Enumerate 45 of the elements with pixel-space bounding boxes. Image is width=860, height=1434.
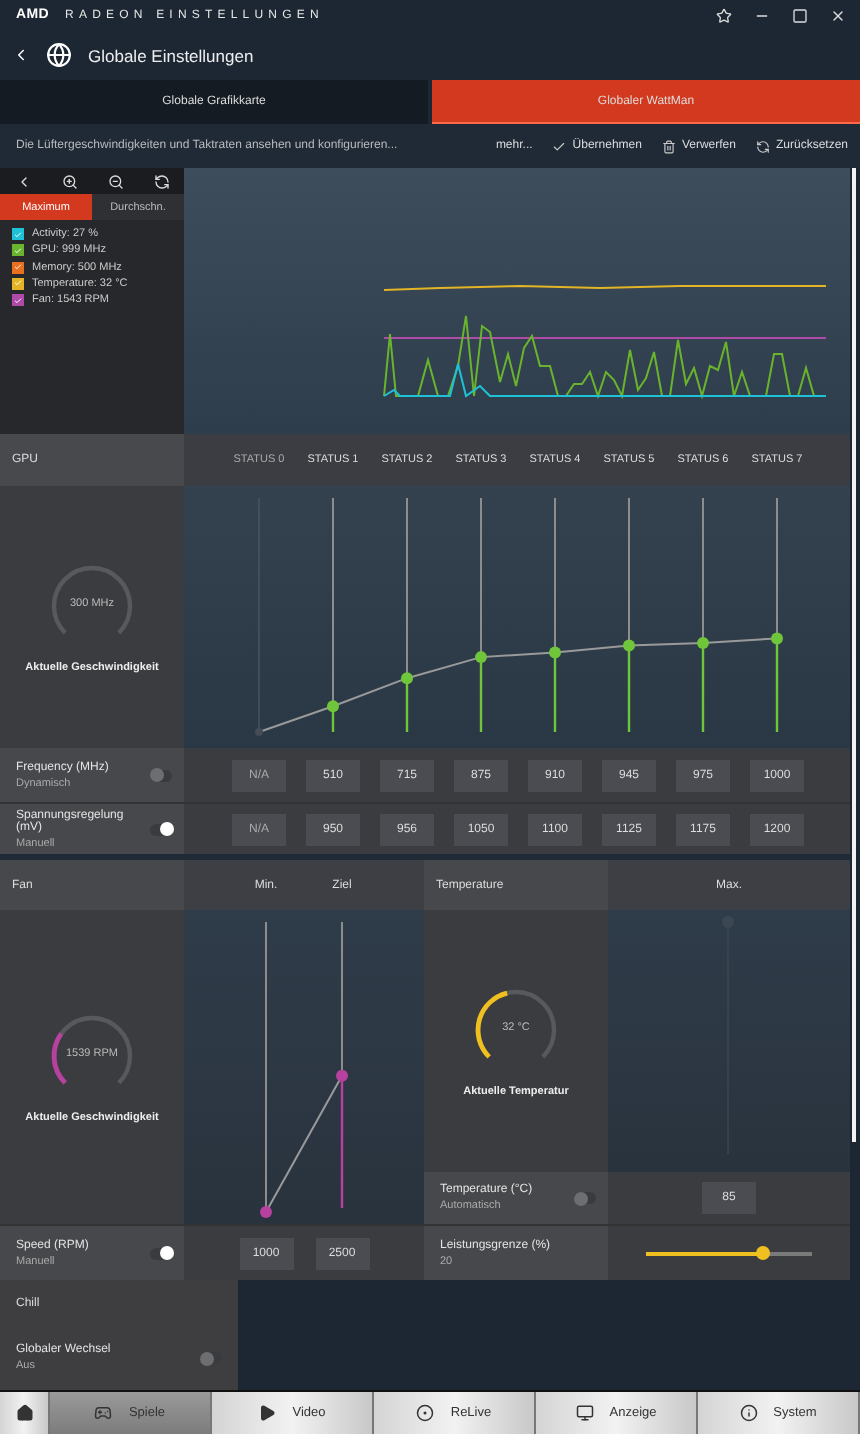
reset-icon [755,139,770,153]
home-button[interactable] [0,1392,50,1434]
slider-thumb[interactable] [401,672,413,685]
slider-thumb[interactable] [260,1206,272,1218]
trash-icon [661,139,676,153]
slider-thumb[interactable] [697,637,709,650]
record-icon [416,1404,435,1422]
maximize-icon [791,7,807,23]
star-icon [715,7,731,23]
monitor-icon [575,1404,594,1422]
scrollbar-thumb[interactable] [852,168,856,1142]
back-button[interactable] [12,46,30,64]
play-icon [258,1404,277,1422]
toggle-switch[interactable] [574,1192,596,1204]
curve-line [265,1074,343,1213]
close-icon [829,7,845,23]
legend-checkbox[interactable] [12,244,24,257]
zoom-in-icon [61,173,77,189]
slider-thumb[interactable] [327,700,339,713]
legend-checkbox[interactable] [12,228,24,240]
zoom-out-icon [107,173,123,189]
legend-checkbox[interactable] [12,277,24,290]
slider-thumb[interactable] [755,1246,770,1260]
toggle-switch[interactable] [150,823,172,835]
globe-icon [46,42,72,68]
legend-checkbox[interactable] [12,294,24,307]
info-icon [739,1404,758,1422]
slider-thumb[interactable] [549,646,561,659]
gamepad-icon [94,1404,113,1422]
toggle-switch[interactable] [150,1247,172,1259]
toggle-switch[interactable] [200,1352,222,1364]
maximize-button[interactable] [788,4,810,26]
slider-thumb[interactable] [771,632,783,645]
chevron-left-icon [12,46,30,64]
check-icon [552,139,567,153]
slider-thumb[interactable] [623,639,635,652]
legend-checkbox[interactable] [12,261,24,274]
toggle-switch[interactable] [150,769,172,781]
slider-thumb[interactable] [475,651,487,664]
reset-icon [153,173,169,189]
slider-thumb[interactable] [336,1069,348,1082]
reset-button[interactable] [138,168,184,194]
favorite-button[interactable] [712,4,734,26]
page-title: Globale Einstellungen [88,45,254,65]
home-icon [15,1404,33,1422]
